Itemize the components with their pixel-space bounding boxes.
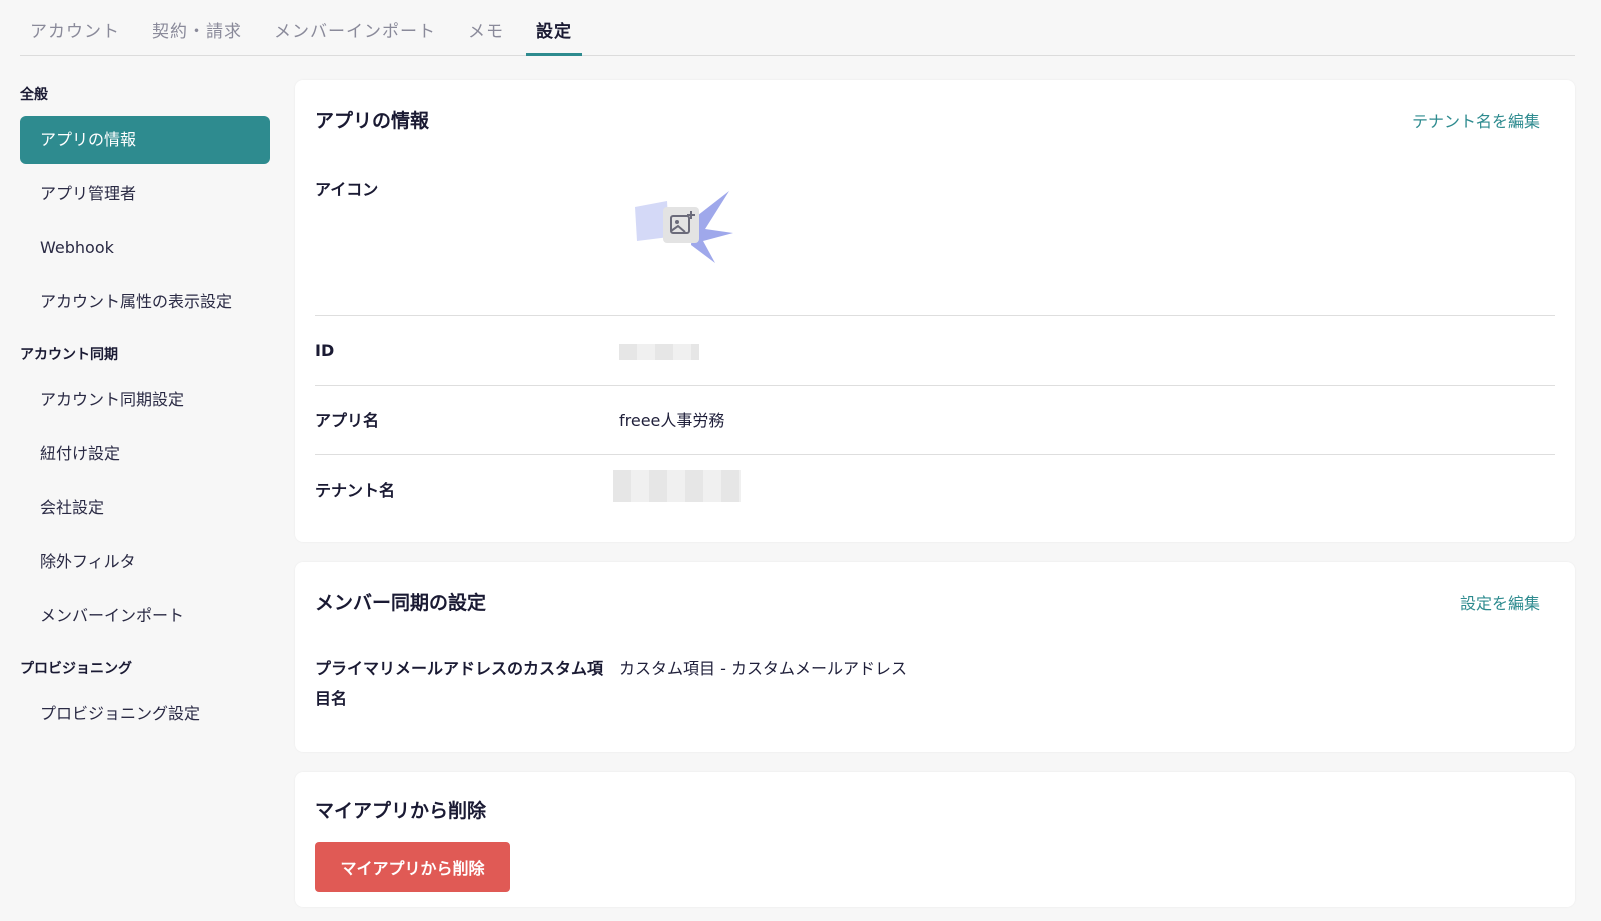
divider [315, 454, 1555, 455]
delete-from-my-apps-button[interactable]: マイアプリから削除 [315, 842, 510, 892]
sidebar-item-account-sync-settings[interactable]: アカウント同期設定 [20, 376, 270, 424]
icon-row: アイコン [315, 175, 1555, 295]
sidebar-item-exclusion-filter[interactable]: 除外フィルタ [20, 538, 270, 586]
tenant-name-row: テナント名 [315, 470, 1555, 510]
sidebar-item-webhook[interactable]: Webhook [20, 224, 270, 272]
sidebar-item-app-admins[interactable]: アプリ管理者 [20, 170, 270, 218]
id-row: ID [315, 336, 1555, 366]
divider [315, 315, 1555, 316]
tab-memo[interactable]: メモ [458, 17, 514, 55]
tab-contract-billing[interactable]: 契約・請求 [142, 17, 252, 55]
icon-label: アイコン [315, 180, 379, 199]
member-sync-title: メンバー同期の設定 [315, 592, 487, 614]
primary-email-value: カスタム項目 - カスタムメールアドレス [619, 659, 907, 678]
id-label: ID [315, 341, 335, 360]
tab-member-import[interactable]: メンバーインポート [264, 17, 446, 55]
image-upload-icon [635, 191, 733, 263]
primary-email-label: プライマリメールアドレスのカスタム項目名 [315, 659, 604, 708]
divider [315, 385, 1555, 386]
tenant-name-label: テナント名 [315, 481, 396, 500]
app-info-card: アプリの情報 テナント名を編集 アイコン ID アプリ名 freee人事労務 テ [295, 80, 1575, 542]
sidebar-item-company-settings[interactable]: 会社設定 [20, 484, 270, 532]
tab-settings[interactable]: 設定 [526, 17, 582, 56]
sidebar-group-general: 全般 アプリの情報 アプリ管理者 Webhook アカウント属性の表示設定 [20, 84, 270, 326]
sidebar-item-link-settings[interactable]: 紐付け設定 [20, 430, 270, 478]
sidebar-item-member-import[interactable]: メンバーインポート [20, 592, 270, 640]
primary-email-row: プライマリメールアドレスのカスタム項目名 カスタム項目 - カスタムメールアドレ… [315, 654, 1555, 714]
redacted-tenant-value [613, 470, 741, 502]
sidebar: 全般 アプリの情報 アプリ管理者 Webhook アカウント属性の表示設定 アカ… [20, 80, 270, 756]
sidebar-item-account-attribute-display[interactable]: アカウント属性の表示設定 [20, 278, 270, 326]
tab-account[interactable]: アカウント [20, 17, 130, 55]
top-tabs: アカウント 契約・請求 メンバーインポート メモ 設定 [20, 0, 1575, 56]
app-info-title: アプリの情報 [315, 110, 430, 132]
sidebar-item-app-info[interactable]: アプリの情報 [20, 116, 270, 164]
delete-app-title: マイアプリから削除 [315, 800, 487, 822]
edit-tenant-name-link[interactable]: テナント名を編集 [1412, 108, 1540, 132]
edit-settings-link[interactable]: 設定を編集 [1460, 590, 1540, 614]
sidebar-group-provisioning: プロビジョニング プロビジョニング設定 [20, 658, 270, 738]
sidebar-group-account-sync: アカウント同期 アカウント同期設定 紐付け設定 会社設定 除外フィルタ メンバー… [20, 344, 270, 640]
sidebar-heading-general: 全般 [20, 87, 48, 103]
app-icon-upload[interactable] [633, 189, 733, 265]
sidebar-heading-account-sync: アカウント同期 [20, 347, 118, 363]
app-name-label: アプリ名 [315, 411, 380, 430]
member-sync-card: メンバー同期の設定 設定を編集 プライマリメールアドレスのカスタム項目名 カスタ… [295, 562, 1575, 752]
sidebar-item-provisioning-settings[interactable]: プロビジョニング設定 [20, 690, 270, 738]
delete-app-card: マイアプリから削除 マイアプリから削除 [295, 772, 1575, 907]
app-name-value: freee人事労務 [619, 411, 725, 430]
app-name-row: アプリ名 freee人事労務 [315, 406, 1555, 436]
sidebar-heading-provisioning: プロビジョニング [20, 661, 132, 677]
redacted-id-value [619, 344, 699, 360]
